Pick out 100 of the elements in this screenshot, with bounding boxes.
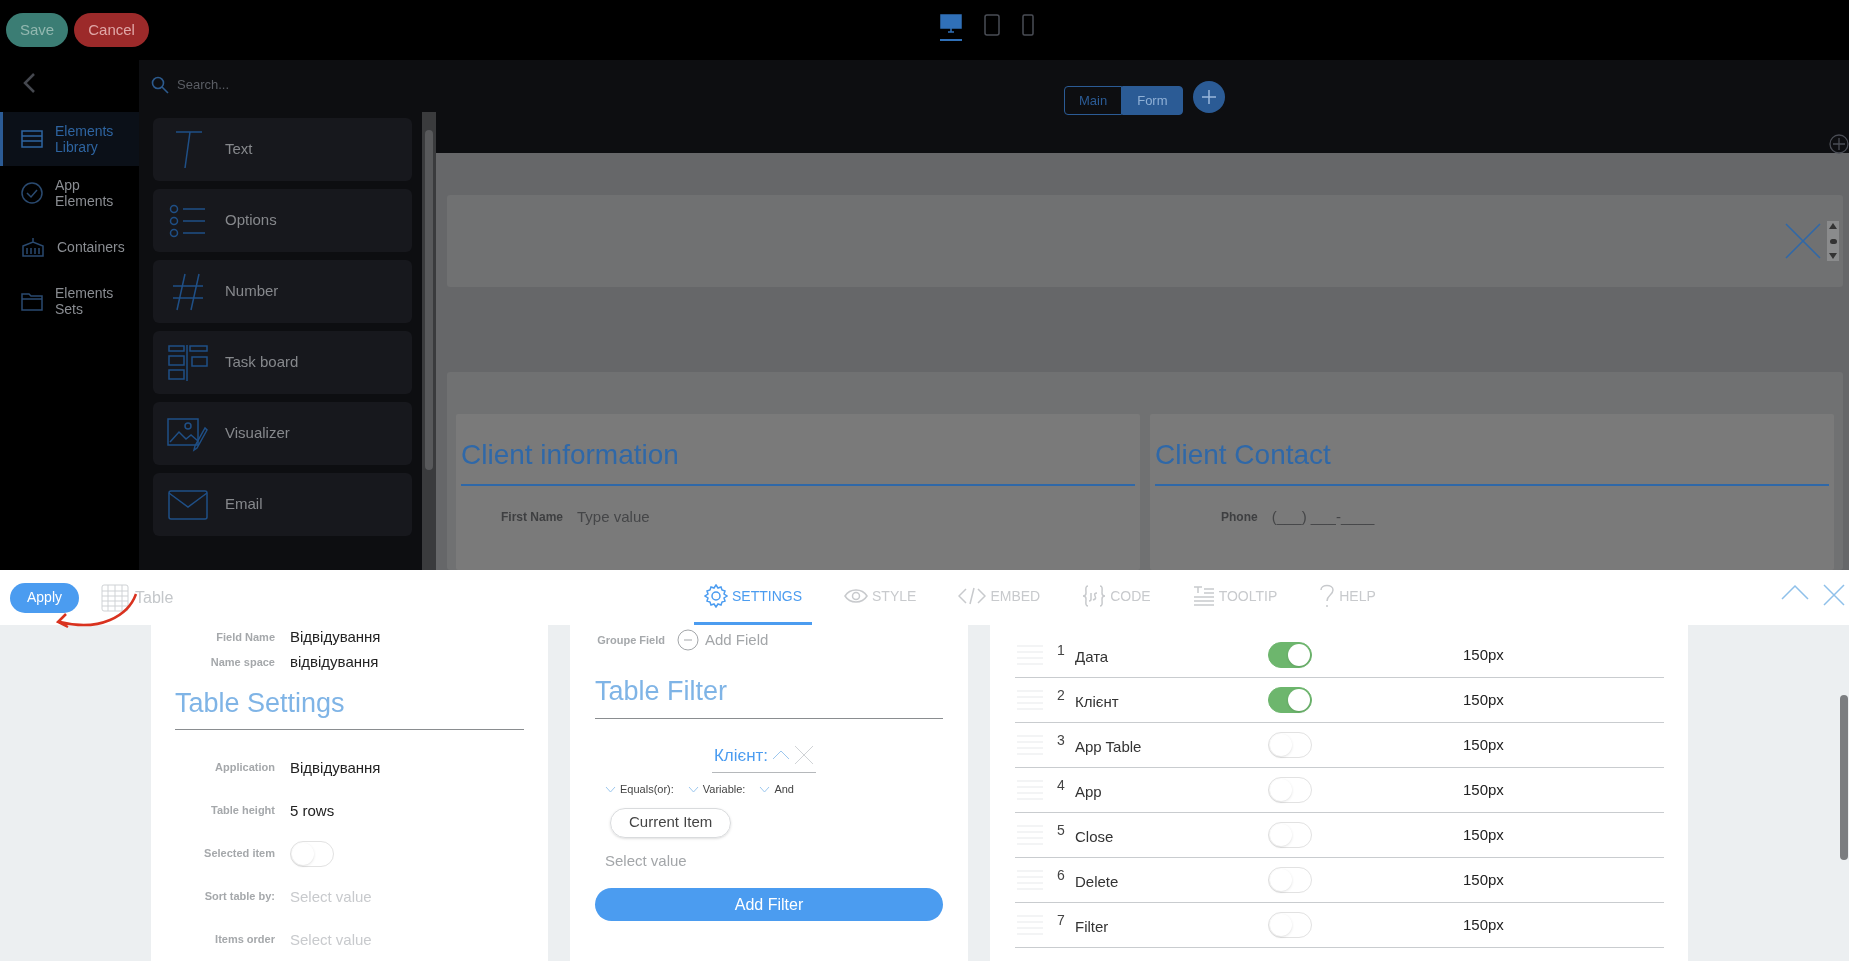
filter-chip[interactable]: Клієнт:	[711, 742, 817, 773]
close-icon[interactable]	[1823, 584, 1845, 606]
column-name: Filter	[1075, 916, 1110, 937]
column-width: 150px	[1463, 869, 1504, 890]
sidebar-item[interactable]: Elements Sets	[0, 274, 139, 328]
select-field[interactable]: Select value	[605, 849, 855, 872]
down-icon	[1829, 253, 1837, 259]
cancel-button[interactable]: Cancel	[74, 13, 149, 47]
phone-icon	[1022, 14, 1034, 36]
row-number: 7	[1057, 910, 1066, 930]
text-field[interactable]: (___) ___-____	[1271, 506, 1472, 529]
view-tab[interactable]: Form	[1122, 86, 1183, 115]
element-card[interactable]: Number	[153, 260, 412, 323]
sidebar-item[interactable]: App Elements	[0, 166, 139, 220]
filter-option[interactable]: Equals(or):	[605, 781, 674, 798]
column-name: App Table	[1075, 736, 1143, 757]
question-icon	[1319, 584, 1336, 608]
field-value: відвідування	[290, 651, 379, 672]
chevron-down-icon	[687, 785, 699, 793]
text-lines-icon	[1192, 585, 1215, 607]
device-tab[interactable]	[940, 14, 962, 41]
field-label: First Name	[501, 509, 564, 527]
element-card[interactable]: Text	[153, 118, 412, 181]
section-title: Table Settings	[175, 682, 524, 730]
chevron-down-icon	[759, 785, 771, 793]
visibility-toggle[interactable]	[1268, 687, 1312, 713]
filter-option[interactable]: And	[759, 781, 794, 798]
column-name: App	[1075, 781, 1103, 802]
up-icon	[1829, 223, 1837, 229]
column-width: 150px	[1463, 914, 1504, 935]
row-number: 1	[1057, 640, 1066, 660]
field-label: Items order	[214, 932, 275, 948]
column-name: Дата	[1075, 646, 1110, 667]
chevron-up-icon	[772, 750, 791, 761]
column-width: 150px	[1463, 824, 1504, 845]
card-title: Client Contact	[1155, 434, 1829, 486]
row-number: 4	[1057, 775, 1066, 795]
apply-button[interactable]: Apply	[10, 582, 80, 613]
element-card[interactable]: Task board	[153, 331, 412, 394]
add-circle-icon[interactable]	[1829, 134, 1849, 154]
container-icon	[21, 237, 45, 257]
card-title: Client information	[461, 434, 1135, 486]
code-brackets-icon	[958, 587, 987, 605]
field-label: Name space	[209, 654, 275, 670]
save-button[interactable]: Save	[6, 13, 69, 47]
plus-icon	[1200, 89, 1217, 105]
check-circle-icon	[21, 182, 43, 204]
sidebar-item[interactable]: Containers	[0, 220, 139, 274]
element-card[interactable]: Visualizer	[153, 402, 412, 465]
field-label: Groupe Field	[596, 632, 665, 648]
column-name: Close	[1075, 826, 1115, 847]
settings-icon	[704, 584, 728, 608]
field-value: 5 rows	[290, 801, 335, 819]
row-number: 6	[1057, 865, 1066, 885]
field-label: Table height	[210, 803, 275, 819]
hash-icon	[171, 271, 205, 312]
folder-icon	[21, 291, 43, 311]
element-name: Table	[135, 587, 174, 608]
field-label: Field Name	[215, 630, 275, 646]
scrollbar[interactable]	[422, 112, 436, 570]
stepper-control[interactable]	[1827, 221, 1839, 261]
column-name: Delete	[1075, 871, 1120, 892]
column-width: 150px	[1463, 644, 1504, 665]
envelope-icon	[168, 489, 208, 520]
element-card[interactable]: Email	[153, 473, 412, 536]
eye-icon	[844, 588, 868, 604]
search-field[interactable]: Search...	[177, 75, 377, 95]
field-label: Sort table by:	[203, 889, 275, 905]
field-label: Phone	[1221, 509, 1258, 527]
image-edit-icon	[167, 415, 209, 452]
column-name: Клієнт	[1075, 691, 1120, 712]
element-card[interactable]: Options	[153, 189, 412, 252]
add-button[interactable]	[1192, 81, 1225, 113]
sidebar-item[interactable]: Elements Library	[0, 112, 139, 166]
visibility-toggle[interactable]	[1268, 642, 1312, 668]
row-number: 5	[1057, 820, 1066, 840]
desktop-icon	[940, 14, 962, 34]
braces-icon	[1082, 585, 1107, 607]
list-icon	[169, 203, 207, 238]
filter-option[interactable]: Variable:	[687, 781, 746, 798]
table-grid-icon	[101, 583, 130, 612]
column-width: 150px	[1463, 779, 1504, 800]
stack-icon	[21, 130, 43, 148]
row-number: 2	[1057, 685, 1066, 705]
column-width: 150px	[1463, 734, 1504, 755]
field-value: Відвідування	[290, 758, 381, 776]
close-icon[interactable]	[1785, 223, 1821, 259]
collapse-icon[interactable]	[1781, 584, 1809, 600]
search-icon	[151, 76, 169, 94]
chevron-down-icon	[605, 785, 616, 793]
field-label: Application	[214, 760, 275, 776]
row-number: 3	[1057, 730, 1066, 750]
tablet-icon	[984, 14, 1000, 36]
add-filter-button[interactable]: Add Filter	[595, 888, 943, 921]
back-icon[interactable]	[22, 72, 36, 94]
field-value: Відвідування	[290, 627, 381, 648]
column-width: 150px	[1463, 689, 1504, 710]
section-title: Table Filter	[595, 671, 943, 719]
toggle-switch[interactable]	[290, 840, 334, 867]
add-field-button[interactable]: Add Field	[677, 628, 769, 652]
